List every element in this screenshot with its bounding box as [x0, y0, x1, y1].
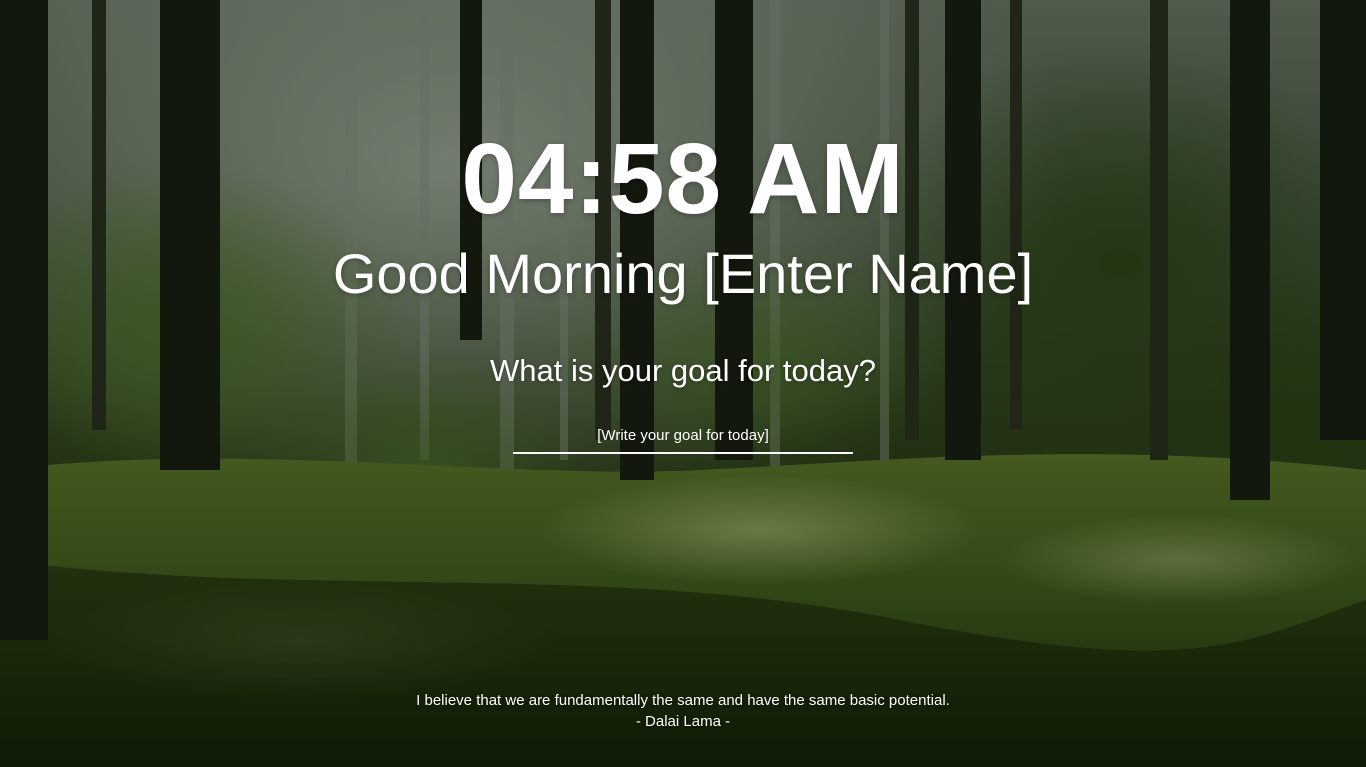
goal-question: What is your goal for today? [490, 353, 876, 388]
goal-field-wrapper [513, 418, 853, 456]
greeting-text[interactable]: Good Morning [Enter Name] [0, 238, 1366, 310]
goal-input[interactable] [513, 418, 853, 454]
main-content: 04:58 AM Good Morning [Enter Name] What … [0, 0, 1366, 767]
quote-author: - Dalai Lama - [635, 713, 731, 730]
clock-time: 04:58 AM [461, 123, 905, 235]
quote-text: I believe that we are fundamentally the … [416, 692, 950, 709]
app-root: 04:58 AM Good Morning [Enter Name] What … [0, 0, 1366, 767]
